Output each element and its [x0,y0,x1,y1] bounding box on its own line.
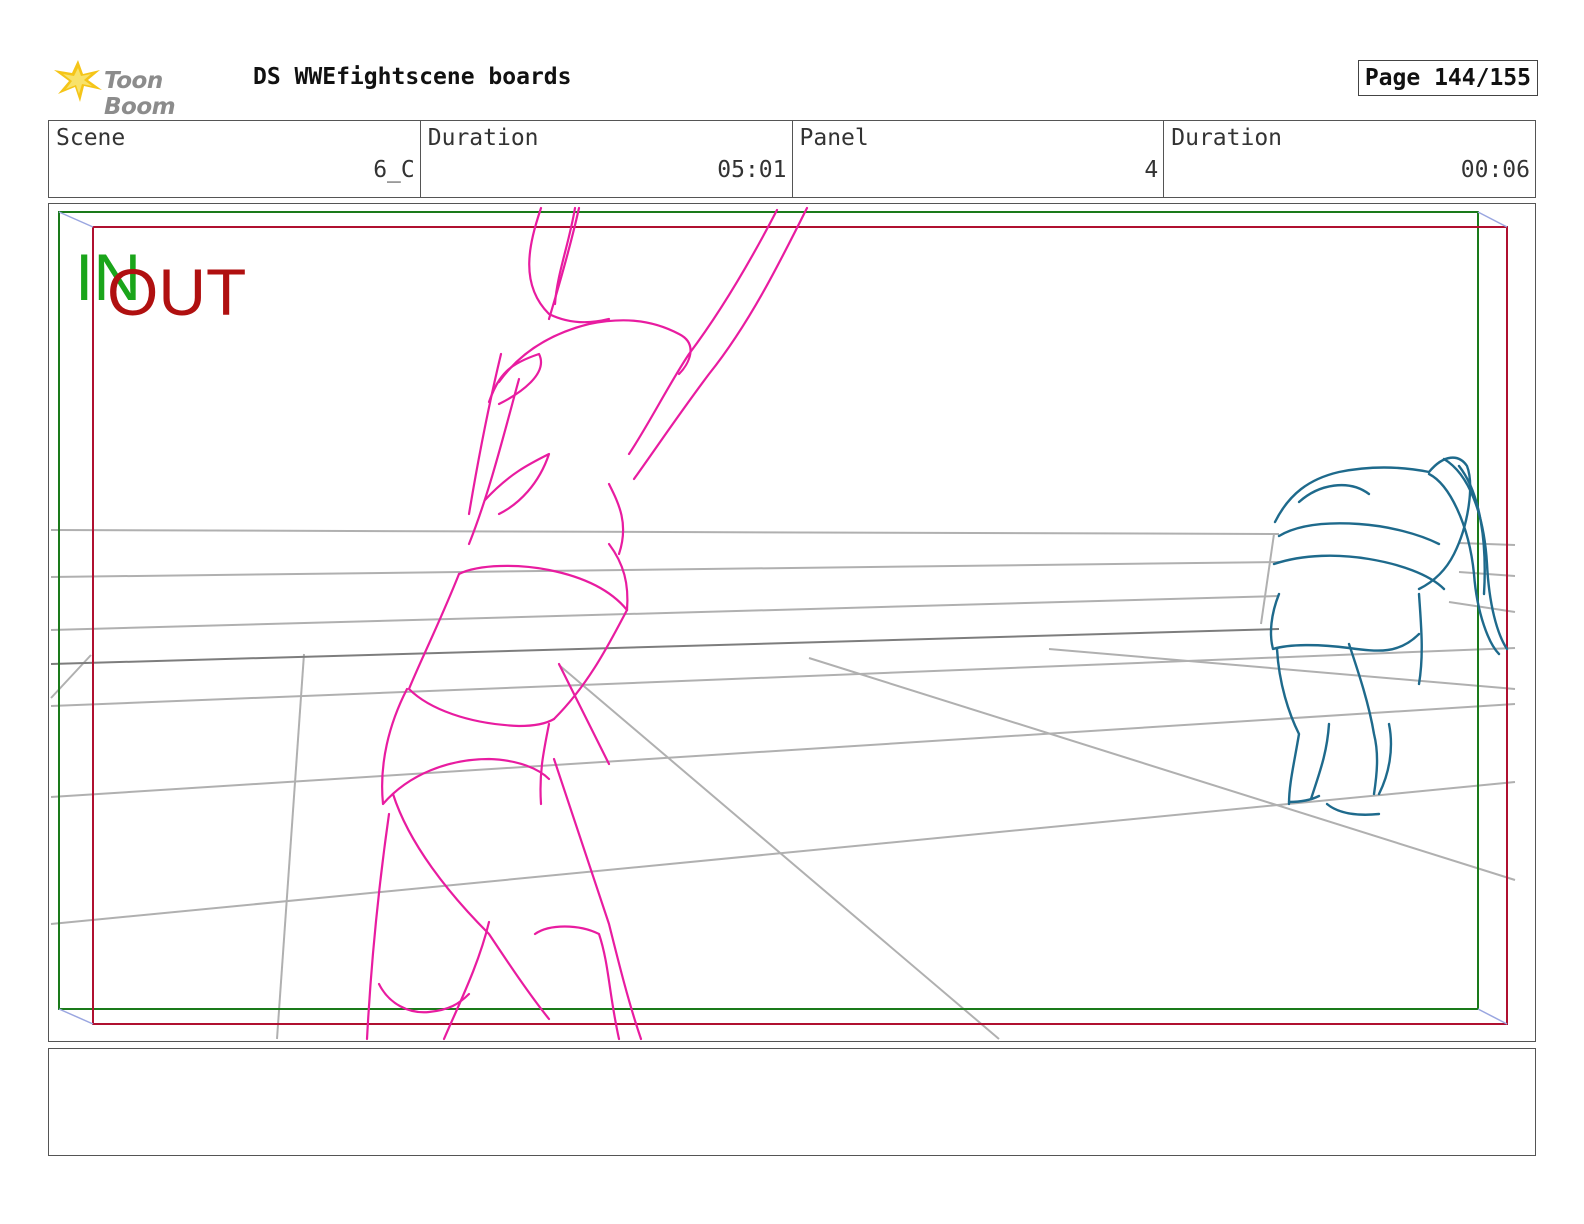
scene-label: Scene [56,125,126,151]
foreground-wrestler-sketch [365,206,809,1041]
scene-value: 6_C [373,157,415,183]
logo-text: Toon Boom [104,68,176,120]
panel-label: Panel [799,125,869,151]
perspective-guides [50,529,1516,1040]
scene-info-row: Scene 6_C Duration 05:01 Panel 4 Duratio… [48,120,1536,198]
starburst-icon [54,60,102,102]
page-indicator: Page 144/155 [1357,60,1538,96]
panel-notes-box [48,1048,1536,1156]
out-label: OUT [107,255,246,329]
ring-rope-line [50,628,1280,665]
scene-cell: Scene 6_C [49,121,421,197]
panel-duration-label: Duration [1171,125,1283,151]
panel-cell: Panel 4 [793,121,1165,197]
storyboard-header: Toon Boom DS WWEfightscene boards Page 1… [50,54,1538,120]
scene-duration-value: 05:01 [717,157,787,183]
panel-duration-value: 00:06 [1460,157,1530,183]
panel-duration-cell: Duration 00:06 [1164,121,1535,197]
page-number: Page 144/155 [1364,65,1531,91]
scene-duration-label: Duration [427,125,539,151]
panel-sketch: IN OUT [50,206,1516,1041]
panel-value: 4 [1144,157,1159,183]
out-frame [92,226,1508,1025]
background-wrestler-sketch [1269,456,1509,816]
toon-boom-logo: Toon Boom [50,56,240,120]
scene-duration-cell: Duration 05:01 [421,121,793,197]
storyboard-panel: IN OUT [48,203,1536,1042]
document-title: DS WWEfightscene boards [253,64,572,90]
